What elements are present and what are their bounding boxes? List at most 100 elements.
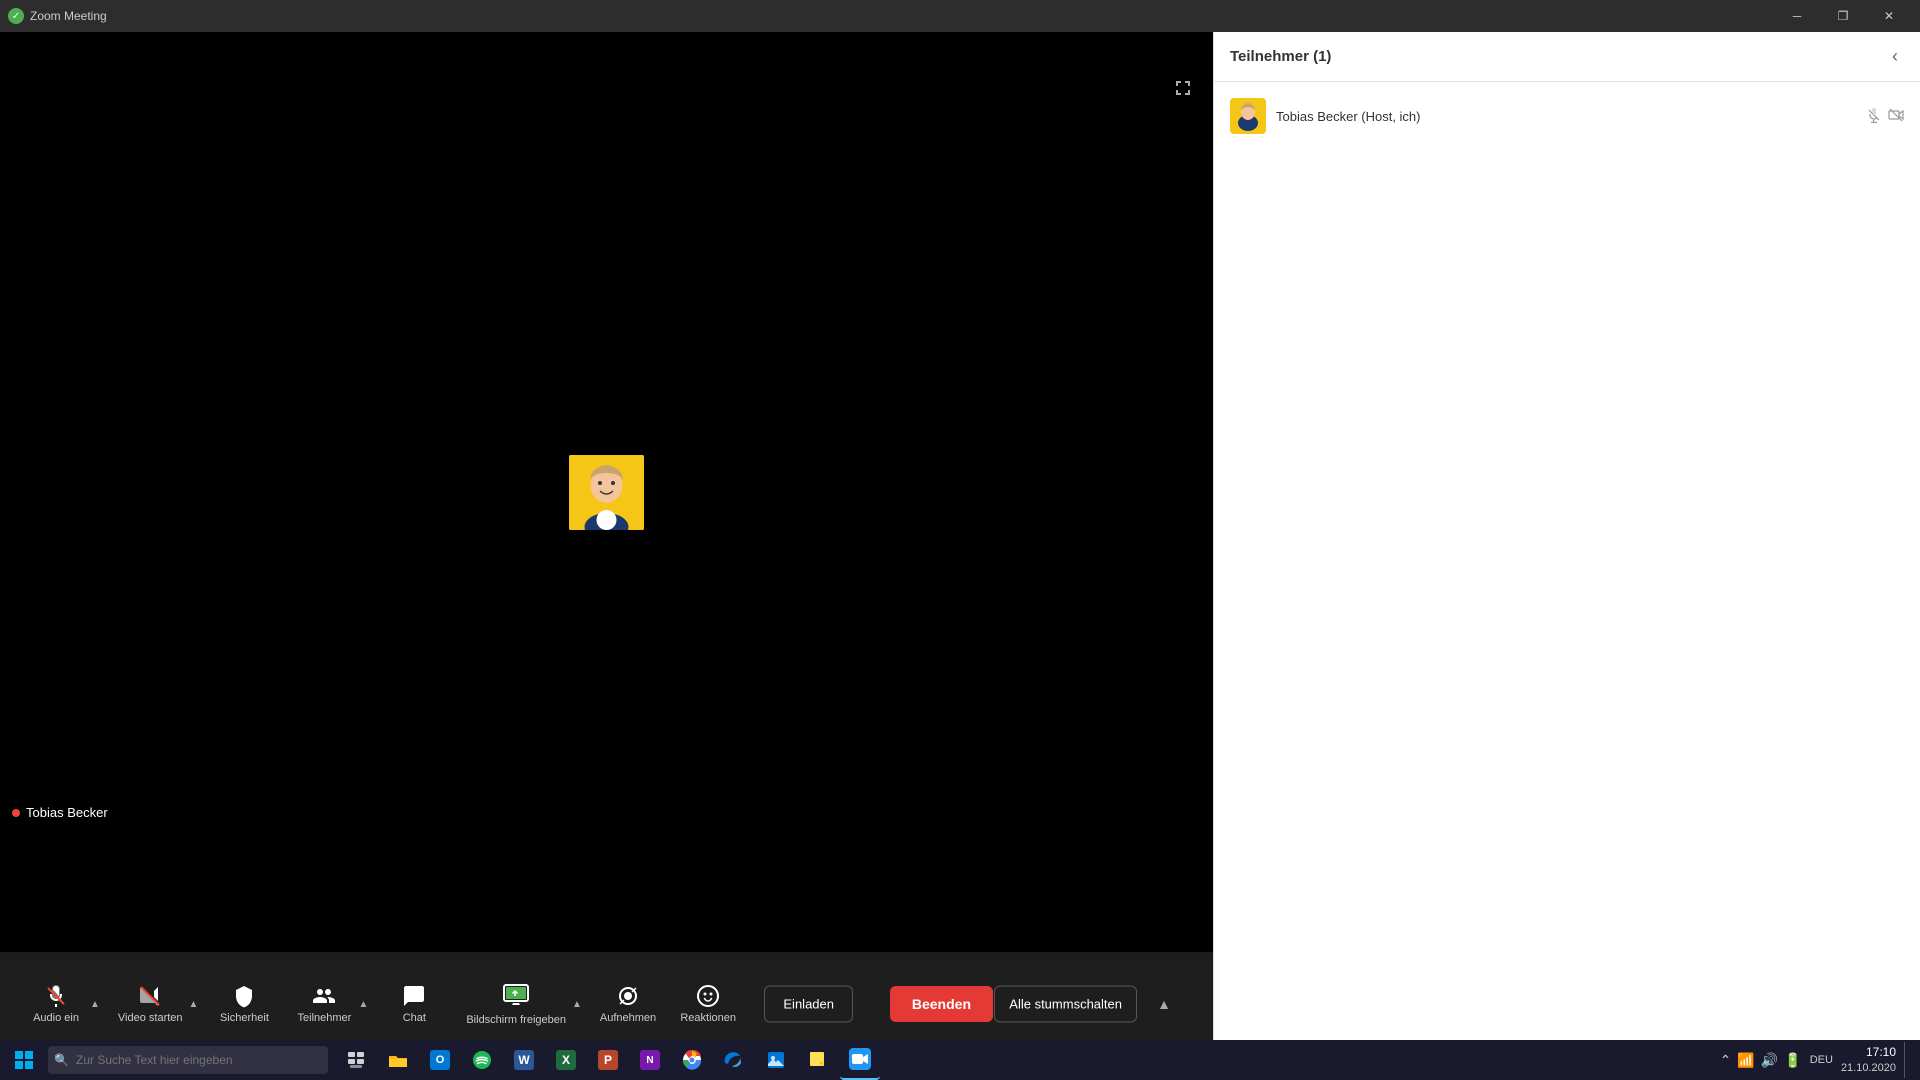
chat-label: Chat: [403, 1012, 426, 1024]
windows-logo-icon: [14, 1050, 34, 1070]
chat-group: Chat: [378, 968, 450, 1040]
taskbar-right: ⌃ 📶 🔊 🔋 DEU 17:10 21.10.2020: [1720, 1042, 1916, 1078]
start-button[interactable]: [4, 1040, 44, 1080]
share-group: Bildschirm freigeben ▲: [458, 968, 584, 1040]
taskbar-search-input[interactable]: [48, 1046, 328, 1074]
photos-icon: [766, 1050, 786, 1070]
reactions-group: Reaktionen: [672, 968, 744, 1040]
video-slash-icon: [138, 984, 162, 1008]
participants-icon: [312, 984, 336, 1008]
taskbar: 🔍 O: [0, 1040, 1920, 1080]
participants-options-arrow[interactable]: ▲: [356, 995, 370, 1014]
excel-button[interactable]: X: [546, 1040, 586, 1080]
participants-group: Teilnehmer ▲: [288, 968, 370, 1040]
participant-name-label: Tobias Becker: [12, 805, 108, 820]
restore-button[interactable]: ❐: [1820, 0, 1866, 32]
close-button[interactable]: ✕: [1866, 0, 1912, 32]
video-group: Video starten ▲: [110, 968, 201, 1040]
file-explorer-icon: [388, 1051, 408, 1069]
audio-button[interactable]: Audio ein: [20, 968, 92, 1040]
window-controls[interactable]: ─ ❐ ✕: [1774, 0, 1912, 32]
record-icon: [616, 984, 640, 1008]
share-options-arrow[interactable]: ▲: [570, 995, 584, 1014]
clock-time: 17:10: [1841, 1044, 1896, 1061]
audio-options-arrow[interactable]: ▲: [88, 995, 102, 1014]
security-group: Sicherheit: [208, 968, 280, 1040]
edge-button[interactable]: [714, 1040, 754, 1080]
participants-button[interactable]: Teilnehmer: [288, 968, 360, 1040]
participant-video-thumbnail: [569, 455, 644, 530]
outlook-button[interactable]: O: [420, 1040, 460, 1080]
chrome-icon: [682, 1050, 702, 1070]
shield-icon: [232, 984, 256, 1008]
zoom-taskbar-button[interactable]: [840, 1040, 880, 1080]
show-desktop-button[interactable]: [1904, 1042, 1908, 1078]
file-explorer-button[interactable]: [378, 1040, 418, 1080]
language-indicator: DEU: [1810, 1054, 1833, 1066]
invite-button[interactable]: Einladen: [764, 986, 853, 1023]
taskbar-apps: O W X P N: [336, 1040, 880, 1080]
share-label: Bildschirm freigeben: [466, 1014, 566, 1026]
security-label: Sicherheit: [220, 1012, 269, 1024]
end-meeting-button[interactable]: Beenden: [890, 986, 993, 1022]
participant-avatar-image: [1230, 98, 1266, 134]
edge-icon: [724, 1050, 744, 1070]
onenote-button[interactable]: N: [630, 1040, 670, 1080]
sticky-notes-icon: [808, 1050, 828, 1070]
chevron-up-icon[interactable]: ⌃: [1720, 1052, 1732, 1069]
record-group: Aufnehmen: [592, 968, 664, 1040]
mute-all-options-arrow[interactable]: ▲: [1157, 996, 1171, 1012]
word-button[interactable]: W: [504, 1040, 544, 1080]
microphone-slash-icon: [44, 984, 68, 1008]
spotify-icon: [472, 1050, 492, 1070]
reactions-icon: [696, 984, 720, 1008]
chat-icon: [402, 984, 426, 1008]
network-icon: 📶: [1737, 1052, 1754, 1069]
profile-image: [569, 455, 644, 530]
mute-indicator-dot: [12, 809, 20, 817]
fullscreen-button[interactable]: [1169, 74, 1197, 102]
participant-list: Tobias Becker (Host, ich): [1214, 82, 1920, 150]
participant-name: Tobias Becker (Host, ich): [1276, 109, 1856, 124]
clock-date: 21.10.2020: [1841, 1061, 1896, 1076]
volume-icon[interactable]: 🔊: [1761, 1052, 1778, 1069]
taskbar-time[interactable]: 17:10 21.10.2020: [1841, 1044, 1896, 1076]
record-button[interactable]: Aufnehmen: [592, 968, 664, 1040]
reactions-label: Reaktionen: [680, 1012, 736, 1024]
panel-collapse-button[interactable]: ‹: [1886, 44, 1904, 69]
task-view-button[interactable]: [336, 1040, 376, 1080]
chrome-button[interactable]: [672, 1040, 712, 1080]
panel-title: Teilnehmer (1): [1230, 48, 1331, 65]
mute-all-button[interactable]: Alle stummschalten: [994, 986, 1137, 1023]
powerpoint-button[interactable]: P: [588, 1040, 628, 1080]
minimize-button[interactable]: ─: [1774, 0, 1820, 32]
video-button[interactable]: Video starten: [110, 968, 191, 1040]
taskbar-system-icons: ⌃ 📶 🔊 🔋: [1720, 1052, 1802, 1069]
taskbar-search-container[interactable]: 🔍: [48, 1046, 328, 1074]
participant-status-icons: [1866, 107, 1904, 126]
share-screen-button[interactable]: Bildschirm freigeben: [458, 968, 574, 1040]
record-label: Aufnehmen: [600, 1012, 656, 1024]
audio-group: Audio ein ▲: [20, 968, 102, 1040]
participant-item: Tobias Becker (Host, ich): [1214, 90, 1920, 142]
titlebar: ✓ Zoom Meeting ─ ❐ ✕: [0, 0, 1920, 32]
sticky-notes-button[interactable]: [798, 1040, 838, 1080]
window-title: Zoom Meeting: [30, 9, 107, 23]
search-icon: 🔍: [54, 1053, 69, 1067]
outlook-icon: O: [430, 1050, 450, 1070]
video-main-area: Tobias Becker: [0, 32, 1213, 952]
audio-label: Audio ein: [33, 1012, 79, 1024]
video-options-arrow[interactable]: ▲: [187, 995, 201, 1014]
meeting-toolbar: Audio ein ▲ Video starten ▲ Sicherheit: [0, 960, 1213, 1048]
snip-button[interactable]: [756, 1040, 796, 1080]
video-label: Video starten: [118, 1012, 183, 1024]
word-icon: W: [514, 1050, 534, 1070]
security-shield-icon: ✓: [8, 8, 24, 24]
chat-button[interactable]: Chat: [378, 968, 450, 1040]
onenote-icon: N: [640, 1050, 660, 1070]
participants-label: Teilnehmer: [298, 1012, 352, 1024]
security-button[interactable]: Sicherheit: [208, 968, 280, 1040]
participant-mic-icon: [1866, 107, 1882, 126]
spotify-button[interactable]: [462, 1040, 502, 1080]
reactions-button[interactable]: Reaktionen: [672, 968, 744, 1040]
